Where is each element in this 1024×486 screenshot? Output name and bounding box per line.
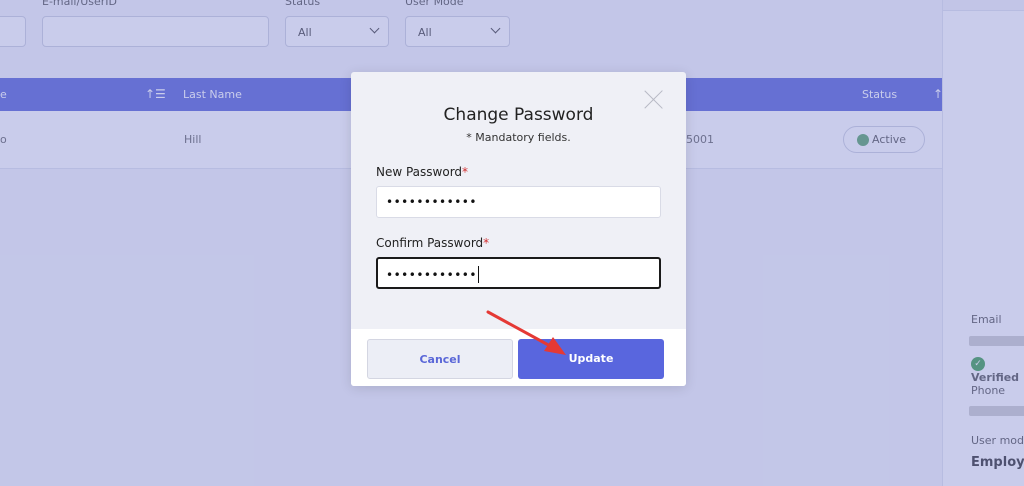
mandatory-note: * Mandatory fields. xyxy=(466,131,571,144)
required-mark: * xyxy=(462,165,469,179)
new-password-label: New Password* xyxy=(376,165,468,179)
text-caret xyxy=(477,266,480,283)
required-mark: * xyxy=(483,236,490,250)
confirm-password-value: •••••••••••• xyxy=(386,268,477,282)
new-password-value: •••••••••••• xyxy=(386,195,477,209)
arrow-annotation-icon xyxy=(486,310,566,355)
confirm-password-label-text: Confirm Password xyxy=(376,236,484,250)
modal-title: Change Password xyxy=(443,105,594,125)
new-password-label-text: New Password xyxy=(376,165,463,179)
confirm-password-field[interactable]: •••••••••••• xyxy=(376,257,661,289)
new-password-field[interactable]: •••••••••••• xyxy=(376,186,661,218)
confirm-password-label: Confirm Password* xyxy=(376,236,489,250)
